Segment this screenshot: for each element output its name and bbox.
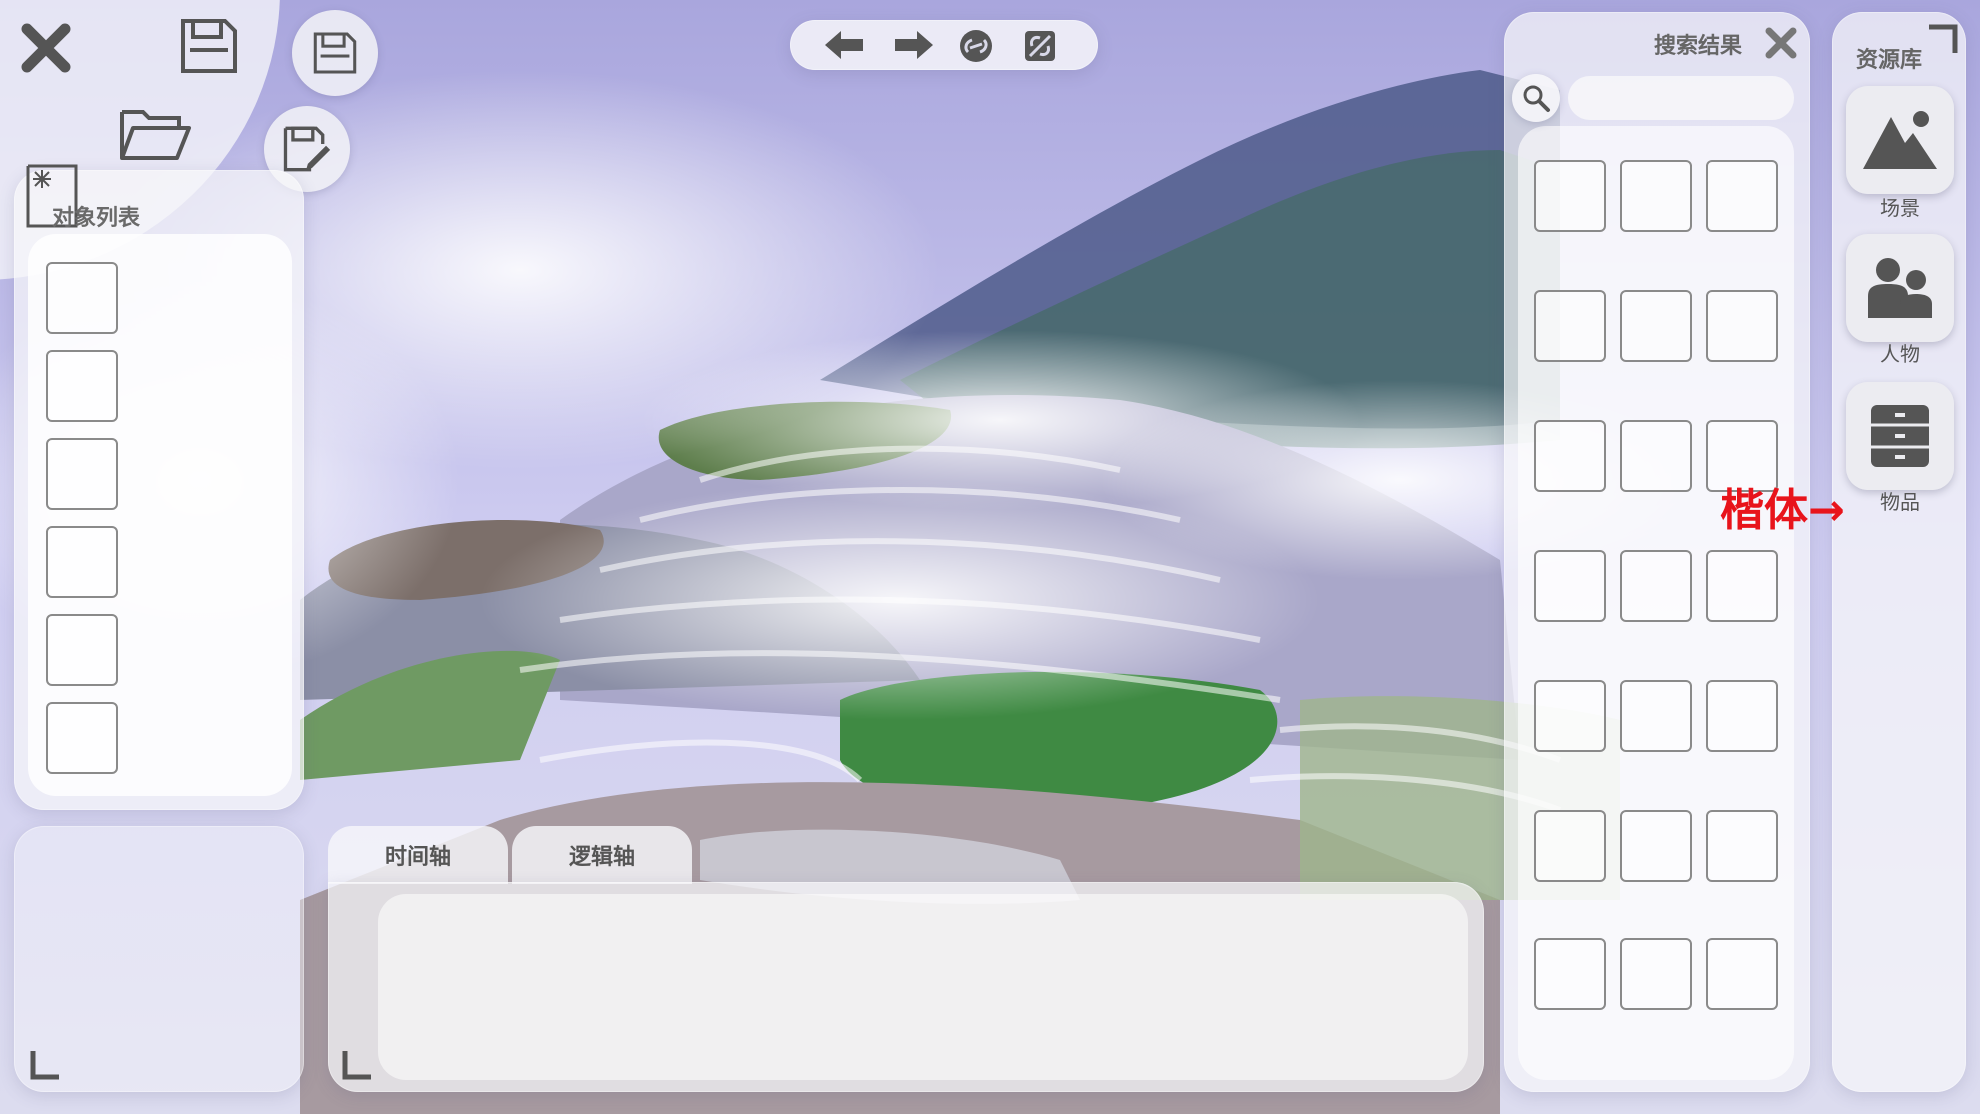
search-result-slot[interactable]: [1706, 550, 1778, 622]
category-scene-label: 场景: [1880, 196, 1920, 220]
close-button[interactable]: [18, 20, 74, 76]
object-list-title: 对象列表: [52, 206, 141, 231]
save-button[interactable]: [178, 16, 240, 76]
search-result-slot[interactable]: [1534, 420, 1606, 492]
corner-resize-icon: [30, 1051, 59, 1080]
search-result-slot[interactable]: [1620, 938, 1692, 1010]
arrow-right-icon: [895, 31, 933, 59]
category-scene-button[interactable]: [1846, 86, 1954, 194]
search-result-slot[interactable]: [1706, 810, 1778, 882]
font-annotation: 楷体→: [1720, 485, 1845, 536]
folder-open-icon: [120, 110, 191, 160]
object-slot[interactable]: [46, 702, 118, 774]
save-as-button[interactable]: [292, 10, 378, 96]
corner-resize-icon: [342, 1051, 371, 1080]
search-button[interactable]: [1512, 74, 1560, 122]
back-button[interactable]: [820, 26, 868, 64]
forward-button[interactable]: [890, 26, 938, 64]
search-result-slot[interactable]: [1534, 290, 1606, 362]
search-result-slot[interactable]: [1620, 160, 1692, 232]
editor-canvas: 对象列表 时间轴 逻辑轴 搜索结果 资源库 场景 人物 物品 楷体→: [0, 0, 1980, 1114]
category-character-button[interactable]: [1846, 234, 1954, 342]
search-result-slot[interactable]: [1620, 680, 1692, 752]
object-slot[interactable]: [46, 614, 118, 686]
object-slot[interactable]: [46, 350, 118, 422]
category-item-label: 物品: [1880, 490, 1920, 514]
link-button[interactable]: [954, 24, 998, 68]
mountain-icon: [1863, 111, 1937, 169]
magnifier-icon: [1523, 85, 1550, 112]
unlink-button[interactable]: [1018, 24, 1062, 68]
preview-resize-handle[interactable]: [28, 1048, 62, 1082]
library-expand-button[interactable]: [1926, 22, 1960, 56]
search-result-slot[interactable]: [1534, 680, 1606, 752]
close-icon: [21, 23, 71, 73]
floppy-disk-icon: [313, 32, 357, 74]
link-icon: [960, 30, 992, 62]
search-result-slot[interactable]: [1706, 290, 1778, 362]
search-result-slot[interactable]: [1534, 810, 1606, 882]
corner-expand-icon: [1929, 24, 1958, 53]
object-slot[interactable]: [46, 262, 118, 334]
object-slot[interactable]: [46, 526, 118, 598]
search-result-slot[interactable]: [1534, 160, 1606, 232]
search-result-slot[interactable]: [1620, 290, 1692, 362]
search-result-slot[interactable]: [1620, 550, 1692, 622]
resource-library-title: 资源库: [1856, 48, 1923, 73]
search-results-title: 搜索结果: [1654, 34, 1743, 59]
people-icon: [1868, 258, 1932, 318]
search-result-slot[interactable]: [1706, 938, 1778, 1010]
tab-timeline[interactable]: 时间轴: [328, 826, 508, 884]
search-result-slot[interactable]: [1706, 680, 1778, 752]
open-folder-button[interactable]: [118, 104, 194, 164]
close-icon: [1765, 27, 1797, 59]
timeline-resize-handle[interactable]: [340, 1048, 374, 1082]
search-result-slot[interactable]: [1534, 550, 1606, 622]
cabinet-icon: [1871, 405, 1929, 467]
category-character-label: 人物: [1880, 342, 1920, 366]
floppy-edit-icon: [283, 126, 331, 172]
timeline-track-area[interactable]: [378, 894, 1468, 1080]
object-slot[interactable]: [46, 438, 118, 510]
search-input[interactable]: [1568, 76, 1794, 120]
search-result-slot[interactable]: [1620, 810, 1692, 882]
category-item-button[interactable]: [1846, 382, 1954, 490]
search-close-button[interactable]: [1762, 24, 1800, 62]
search-result-slot[interactable]: [1706, 160, 1778, 232]
floppy-disk-icon: [181, 19, 237, 73]
unlink-icon: [1025, 31, 1055, 61]
timeline-panel: [328, 882, 1484, 1092]
search-result-slot[interactable]: [1620, 420, 1692, 492]
search-result-slot[interactable]: [1534, 938, 1606, 1010]
arrow-left-icon: [825, 31, 863, 59]
tab-logic-axis[interactable]: 逻辑轴: [512, 826, 692, 884]
